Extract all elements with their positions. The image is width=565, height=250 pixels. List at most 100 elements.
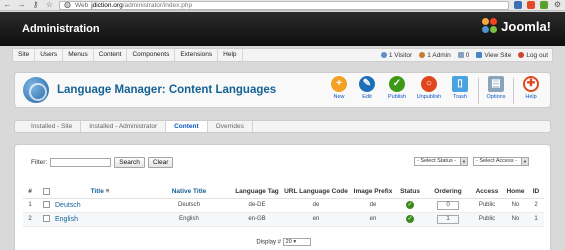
tab-content[interactable]: Content [166,121,208,132]
display-count-select[interactable]: 20 ▾ [282,238,311,246]
unpublish-button[interactable]: ○ Unpublish [415,76,443,106]
pagination-display: Display # 20 ▾ [15,238,552,246]
edit-button[interactable]: ✎ Edit [353,76,381,106]
browser-toolbar: ← → ⚷ ☆ ◍ Web jdiction.org/administrator… [0,0,565,11]
extension-icon[interactable] [514,1,522,9]
column-access[interactable]: Access [471,185,503,199]
chevron-down-icon: ▼ [521,158,528,165]
main-menu: Site Users Menus Content Components Exte… [12,48,553,62]
tab-installed-site[interactable]: Installed - Site [15,121,82,132]
forward-icon[interactable]: → [17,0,26,10]
display-label: Display # [256,239,281,246]
column-id[interactable]: ID [528,185,544,199]
language-title-link[interactable]: Deutsch [55,202,81,209]
visitors-status: 1 Visitor [380,52,412,59]
extension-icon[interactable] [527,1,535,9]
toolbar: Language Manager: Content Languages + Ne… [14,72,551,108]
status-filter-select[interactable]: - Select Status - ▼ [414,157,468,166]
key-icon[interactable]: ⚷ [31,0,40,10]
column-title[interactable]: Title ≡ [55,185,145,199]
mail-icon [457,52,464,58]
globe-icon [23,77,49,103]
column-language-tag[interactable]: Language Tag [233,185,281,199]
messages-status[interactable]: 0 [457,52,469,59]
column-ordering[interactable]: Ordering [425,185,471,199]
home-value: No [503,212,528,227]
home-value: No [503,198,528,213]
column-url-code[interactable]: URL Language Code [281,185,351,199]
unpublish-icon: ○ [421,76,437,92]
table-header-row: # Title ≡ Native Title Language Tag URL … [23,185,544,199]
joomla-logo-text: Joomla! [501,18,551,34]
view-site-link[interactable]: View Site [476,52,511,59]
edit-icon: ✎ [359,76,375,92]
column-select-all[interactable] [37,185,55,199]
menu-item-help[interactable]: Help [218,49,243,61]
column-image-prefix[interactable]: Image Prefix [351,185,395,199]
options-button[interactable]: ▤ Options [482,76,510,106]
back-icon[interactable]: ← [3,0,12,10]
globe-icon: ◍ [64,0,71,9]
ordering-input[interactable]: 1 [437,214,459,224]
language-tag: en-GB [233,212,281,227]
column-native-title[interactable]: Native Title [145,185,233,199]
menu-item-menus[interactable]: Menus [63,49,94,61]
menu-item-components[interactable]: Components [127,49,176,61]
filter-bar: Filter: Search Clear [31,157,174,168]
menu-item-users[interactable]: Users [35,49,64,61]
published-check-icon[interactable]: ✓ [406,201,414,209]
url-text: jdiction.org/administrator/index.php [91,1,193,9]
row-checkbox[interactable] [42,201,50,209]
select-all-checkbox[interactable] [42,187,50,195]
row-checkbox[interactable] [42,215,50,223]
page-title: Language Manager: Content Languages [57,84,277,96]
trash-button[interactable]: ▯ Trash [446,76,474,106]
joomla-logo: Joomla! [482,18,551,34]
sort-icon: ≡ [105,187,110,195]
web-tag: Web [75,1,89,9]
native-title: English [145,212,233,227]
new-button[interactable]: + New [325,76,353,106]
admin-title: Administration [22,23,100,35]
image-prefix: de [351,198,395,213]
logout-link[interactable]: Log out [518,52,548,59]
clear-button[interactable]: Clear [147,157,174,168]
toolbar-divider [478,78,479,104]
publish-icon: ✓ [389,76,405,92]
main-content: Filter: Search Clear - Select Status - ▼… [14,144,551,250]
menu-item-extensions[interactable]: Extensions [175,49,219,61]
extension-icon[interactable] [540,1,548,9]
status-area: 1 Visitor 1 Admin 0 View Site Log out [380,52,552,59]
ordering-input[interactable]: 0 [437,200,459,210]
admins-status: 1 Admin [419,52,451,59]
menu-item-content[interactable]: Content [94,49,128,61]
tab-overrides[interactable]: Overrides [208,121,253,132]
star-icon[interactable]: ☆ [45,0,54,10]
language-tag: de-DE [233,198,281,213]
logout-icon [518,52,525,58]
wrench-icon[interactable]: ⚙ [553,0,562,10]
joomla-logo-icon [482,18,498,34]
publish-button[interactable]: ✓ Publish [383,76,411,106]
filter-search-input[interactable] [50,158,112,167]
access-filter-select[interactable]: - Select Access - ▼ [473,157,529,166]
column-home[interactable]: Home [503,185,528,199]
native-title: Deutsch [145,198,233,213]
search-button[interactable]: Search [114,157,145,168]
address-bar[interactable]: ◍ Web jdiction.org/administrator/index.p… [59,0,509,10]
tab-installed-administrator[interactable]: Installed - Administrator [81,121,167,132]
menu-item-site[interactable]: Site [13,49,36,61]
admin-user-icon [419,52,426,58]
submenu-tabs: Installed - Site Installed - Administrat… [14,120,551,133]
table-row: 1 Deutsch Deutsch de-DE de de ✓ 0 Public… [23,198,544,213]
languages-table: # Title ≡ Native Title Language Tag URL … [23,185,544,227]
language-title-link[interactable]: English [55,216,78,223]
trash-icon: ▯ [452,76,468,92]
url-code: de [281,198,351,213]
help-button[interactable]: ✚ Help [517,76,545,106]
published-check-icon[interactable]: ✓ [406,215,414,223]
help-icon: ✚ [523,76,539,92]
column-status[interactable]: Status [395,185,425,199]
toolbar-divider [513,78,514,104]
table-row: 2 English English en-GB en en ✓ 1 Public… [23,212,544,227]
